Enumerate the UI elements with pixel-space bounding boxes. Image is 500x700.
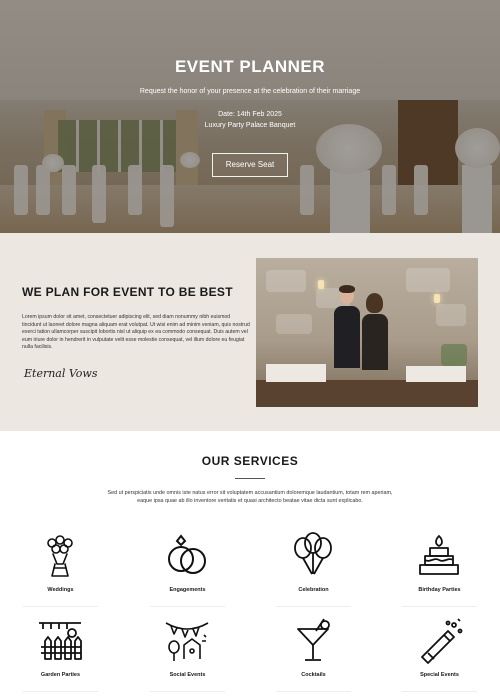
hero-date: Date: 14th Feb 2025 [218, 111, 282, 118]
service-weddings[interactable]: Weddings [13, 524, 108, 607]
service-label: Birthday Parties [418, 587, 461, 593]
service-label: Celebration [298, 587, 329, 593]
service-label: Social Events [169, 672, 206, 678]
bunting-icon [165, 622, 209, 661]
garden-fence-icon [39, 622, 82, 660]
service-engagements[interactable]: Engagements [140, 524, 235, 607]
service-special-events[interactable]: Special Events [392, 609, 487, 692]
service-social-events[interactable]: Social Events [140, 609, 235, 692]
service-label: Weddings [47, 587, 74, 593]
about-text: Lorem ipsum dolor sit amet, consectetuer… [22, 314, 250, 351]
about-title: WE PLAN FOR EVENT TO BE BEST [22, 285, 233, 299]
services-title: OUR SERVICES [201, 454, 299, 468]
bouquet-icon [47, 535, 73, 577]
service-label: Engagements [169, 587, 206, 593]
hero-section: EVENT PLANNER Request the honor of your … [0, 0, 500, 233]
service-cocktails[interactable]: Cocktails [266, 609, 361, 692]
reserve-seat-button[interactable]: Reserve Seat [212, 153, 288, 177]
signature: Eternal Vows [24, 367, 98, 380]
service-garden-parties[interactable]: Garden Parties [13, 609, 108, 692]
cake-icon [419, 535, 459, 575]
hero-title: EVENT PLANNER [174, 57, 326, 76]
balloons-icon [294, 532, 332, 575]
planners-photo [256, 258, 478, 407]
services-description: Sed ut perspiciatis unde omnis iste natu… [107, 490, 393, 504]
hero-subtitle: Request the honor of your presence at th… [139, 88, 361, 95]
service-label: Garden Parties [40, 672, 81, 678]
hero-content: EVENT PLANNER Request the honor of your … [0, 0, 500, 233]
hero-venue: Luxury Party Palace Banquet [204, 122, 296, 129]
services-divider [235, 478, 265, 479]
service-label: Special Events [420, 672, 459, 678]
cocktail-icon [297, 618, 330, 661]
service-celebration[interactable]: Celebration [266, 524, 361, 607]
about-section: WE PLAN FOR EVENT TO BE BEST Lorem ipsum… [0, 233, 500, 431]
service-birthday-parties[interactable]: Birthday Parties [392, 524, 487, 607]
service-label: Cocktails [301, 672, 326, 678]
rings-icon [168, 534, 206, 574]
champagne-icon [421, 618, 463, 664]
